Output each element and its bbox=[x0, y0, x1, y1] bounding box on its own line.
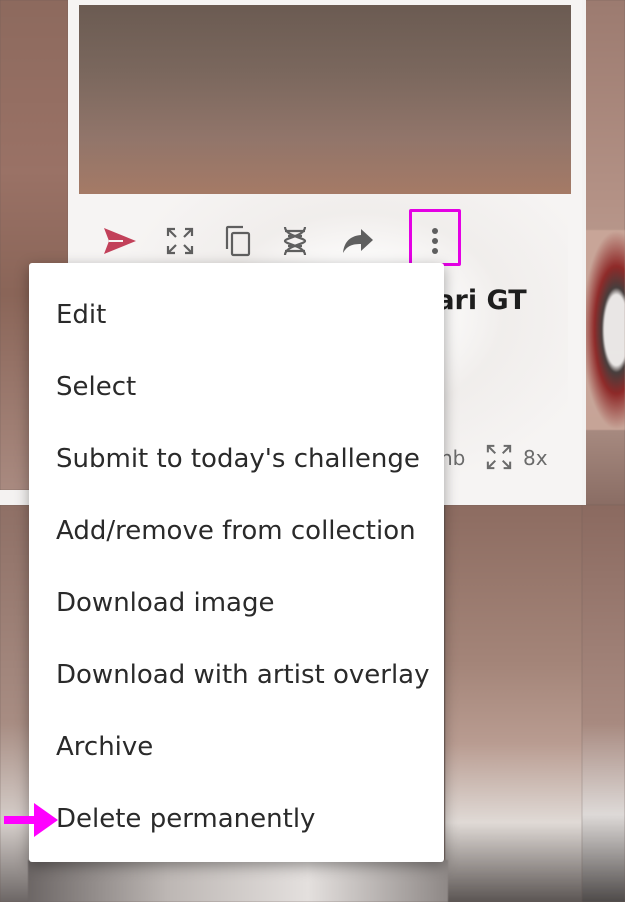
card-toolbar bbox=[79, 200, 571, 270]
expand-icon bbox=[166, 227, 194, 255]
tile-gap bbox=[582, 0, 586, 505]
copy-button[interactable] bbox=[221, 224, 255, 258]
share-icon bbox=[343, 229, 373, 253]
annotation-arrow-icon bbox=[4, 803, 58, 837]
menu-item-edit[interactable]: Edit bbox=[56, 290, 106, 340]
menu-item-select[interactable]: Select bbox=[56, 362, 136, 412]
dna-icon bbox=[283, 226, 307, 256]
send-icon bbox=[104, 228, 136, 254]
menu-item-submit-challenge[interactable]: Submit to today's challenge bbox=[56, 434, 420, 484]
send-button[interactable] bbox=[103, 224, 137, 258]
card-image[interactable] bbox=[79, 5, 571, 194]
background-tile bbox=[445, 505, 582, 902]
expand-button[interactable] bbox=[163, 224, 197, 258]
background-tile bbox=[582, 505, 625, 902]
more-vert-icon bbox=[432, 228, 438, 254]
menu-item-download-image[interactable]: Download image bbox=[56, 578, 275, 628]
menu-item-download-overlay[interactable]: Download with artist overlay bbox=[56, 650, 430, 700]
upscale-icon bbox=[486, 444, 512, 470]
remix-button[interactable] bbox=[278, 224, 312, 258]
more-options-button[interactable] bbox=[418, 224, 452, 258]
background-tile bbox=[582, 230, 625, 430]
context-menu: Edit Select Submit to today's challenge … bbox=[29, 263, 444, 862]
menu-item-archive[interactable]: Archive bbox=[56, 722, 153, 772]
menu-item-delete-permanently[interactable]: Delete permanently bbox=[56, 794, 315, 844]
menu-item-collection[interactable]: Add/remove from collection bbox=[56, 506, 416, 556]
copy-icon bbox=[225, 225, 251, 257]
share-button[interactable] bbox=[341, 224, 375, 258]
background-tile bbox=[28, 860, 448, 902]
upscale-factor-text: 8x bbox=[523, 446, 548, 470]
